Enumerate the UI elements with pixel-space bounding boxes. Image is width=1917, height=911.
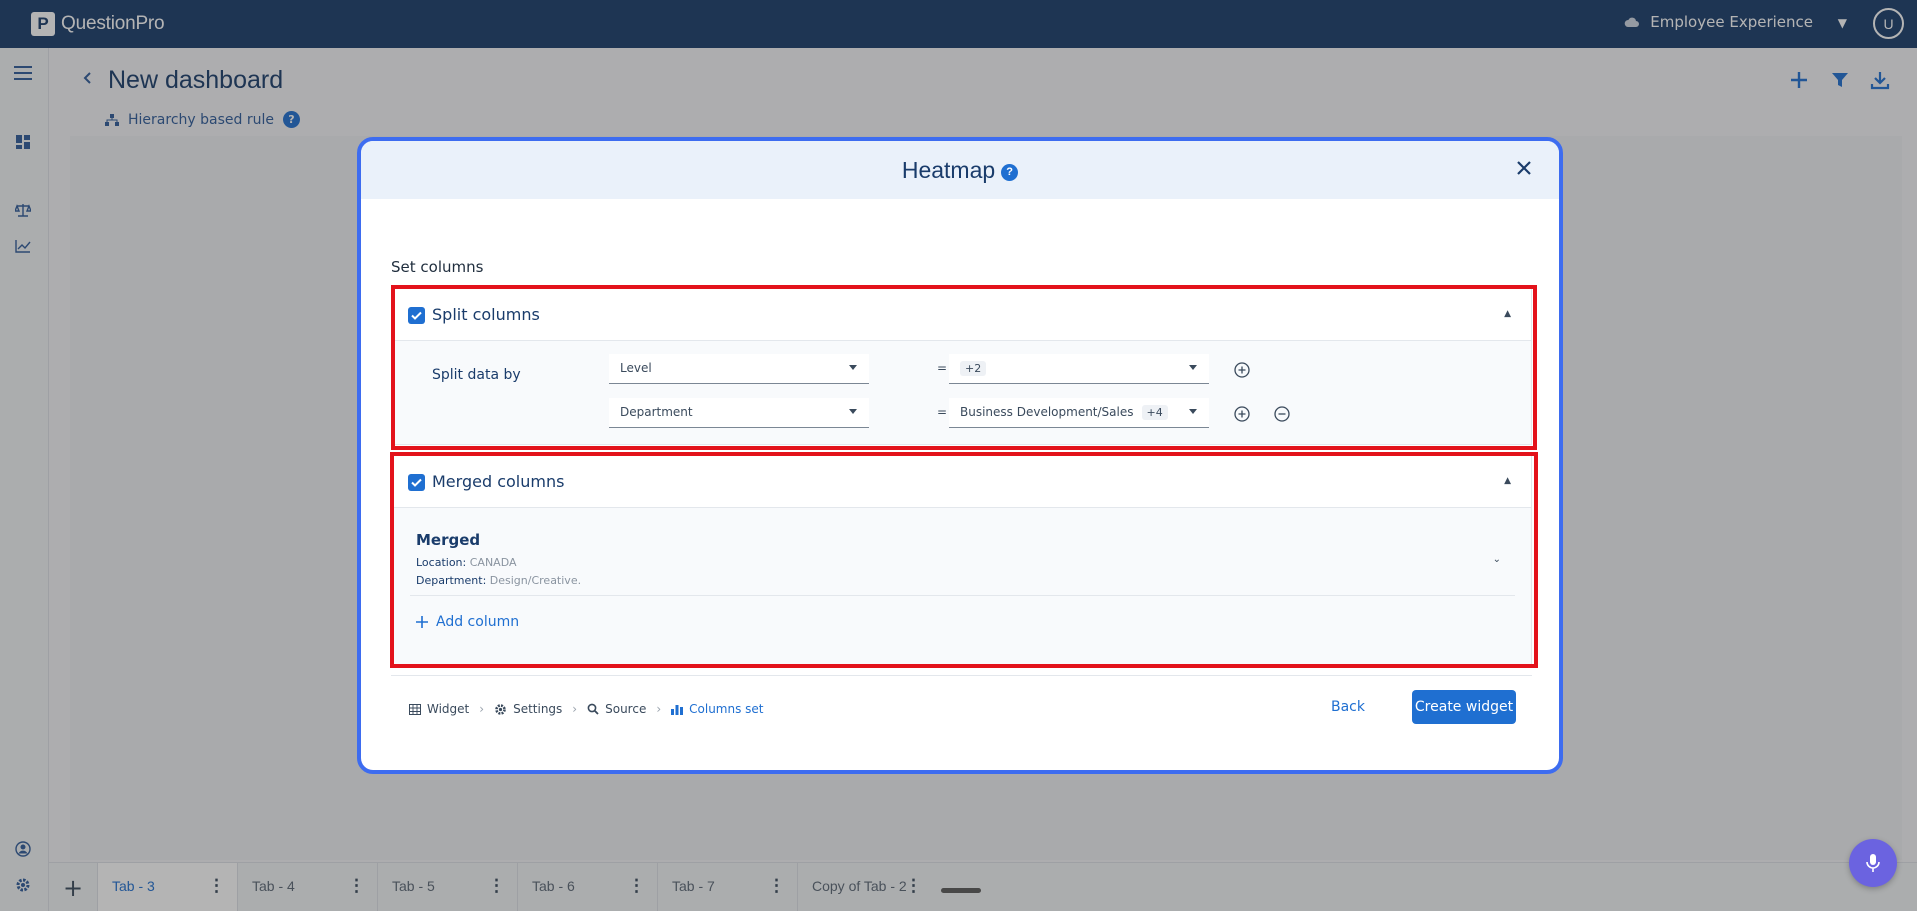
divider <box>391 675 1532 676</box>
modal-title-text: Heatmap <box>901 157 996 183</box>
breadcrumb-label: Columns set <box>689 702 764 716</box>
breadcrumb-label: Widget <box>427 702 470 716</box>
breadcrumb-settings[interactable]: Settings <box>494 702 562 716</box>
highlight-box <box>391 285 1537 450</box>
breadcrumb-source[interactable]: Source <box>587 702 646 716</box>
chevron-right-icon: › <box>572 702 578 716</box>
breadcrumb-widget[interactable]: Widget <box>409 702 469 716</box>
chevron-right-icon: › <box>479 702 485 716</box>
voice-assistant-button[interactable] <box>1849 839 1897 887</box>
back-button[interactable]: Back <box>1331 699 1365 715</box>
bar-chart-icon <box>671 705 684 715</box>
help-icon[interactable]: ? <box>1001 163 1019 181</box>
highlight-box <box>390 452 1538 668</box>
chevron-right-icon: › <box>656 702 662 716</box>
breadcrumb-label: Settings <box>513 702 563 716</box>
breadcrumb-columns-set[interactable]: Columns set <box>671 702 764 716</box>
breadcrumb-label: Source <box>605 702 647 716</box>
modal-title: Heatmap? <box>361 157 1559 184</box>
wizard-breadcrumb: Widget › Settings › Source › Columns set <box>409 702 764 716</box>
close-icon[interactable] <box>1515 159 1533 177</box>
create-widget-button[interactable]: Create widget <box>1412 690 1516 724</box>
set-columns-heading: Set columns <box>391 258 484 276</box>
modal-header: Heatmap? <box>361 141 1559 199</box>
heatmap-modal: Heatmap? Set columns Split columns ▲ Spl… <box>357 137 1563 774</box>
microphone-icon <box>1866 854 1880 872</box>
table-icon <box>409 703 421 715</box>
search-icon <box>587 703 599 715</box>
gear-icon <box>495 703 506 715</box>
